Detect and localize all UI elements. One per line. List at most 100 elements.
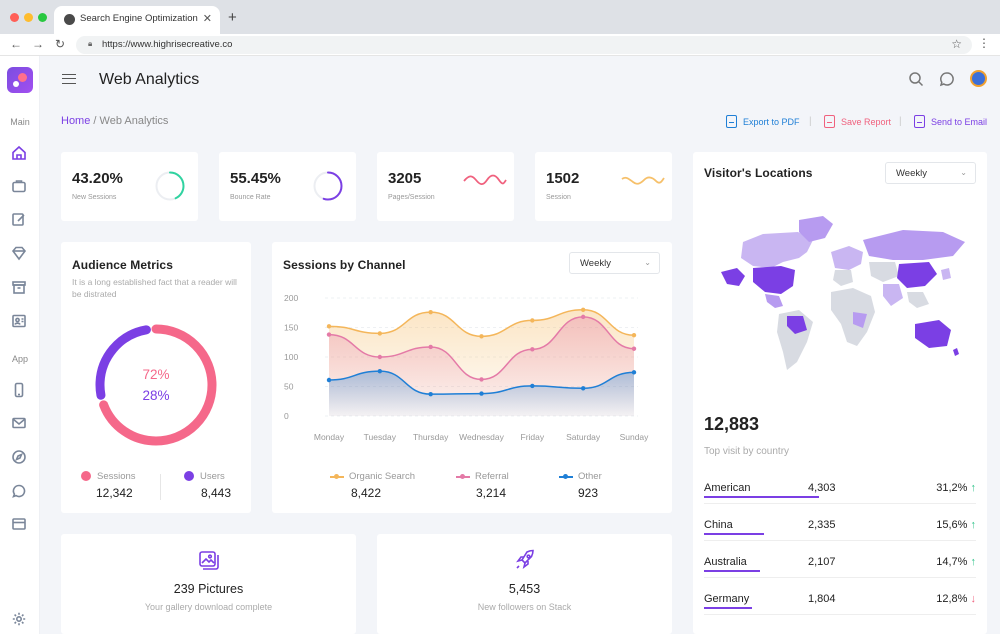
y-tick-label: 150 <box>284 323 298 333</box>
url-field[interactable]: 🔒︎ https://www.highrisecreative.co ☆ <box>76 36 972 54</box>
x-tick-label: Monday <box>314 432 345 442</box>
kpi-label: Session <box>546 194 571 201</box>
arrow-up-icon: ↑ <box>970 482 977 494</box>
export-pdf-button[interactable]: Export to PDF <box>726 115 800 128</box>
country-percent: 12,8% ↓ <box>936 593 976 605</box>
bookmark-star-icon[interactable]: ☆ <box>951 37 962 51</box>
y-tick-label: 0 <box>284 411 289 421</box>
kpi-label: Bounce Rate <box>230 194 271 201</box>
data-point <box>580 314 586 320</box>
settings-icon[interactable] <box>11 611 27 627</box>
maximize-window-button[interactable] <box>38 13 47 22</box>
archive-icon[interactable] <box>11 279 27 295</box>
card-description: It is a long established fact that a rea… <box>72 277 237 299</box>
reload-icon[interactable]: ↻ <box>55 37 65 51</box>
top-header: Web Analytics <box>40 56 1000 106</box>
send-email-button[interactable]: Send to Email <box>914 115 987 128</box>
country-name: Australia <box>704 556 747 568</box>
chat-icon[interactable] <box>11 483 27 499</box>
rocket-icon <box>513 548 537 572</box>
back-icon[interactable]: ← <box>10 37 22 51</box>
app-logo[interactable] <box>7 67 33 93</box>
sessions-line-chart: 0 50 100 150 200 Monday Tuesday Thursday Wednesd… <box>284 293 649 442</box>
browser-menu-icon[interactable]: ⋮ <box>978 36 990 50</box>
audience-donut <box>95 324 217 446</box>
country-row[interactable]: American 4,303 31,2% ↑ <box>704 482 976 512</box>
x-tick-label: Saturday <box>566 432 601 442</box>
kpi-label: New Sessions <box>72 194 117 201</box>
phone-icon[interactable] <box>11 382 27 398</box>
message-icon[interactable] <box>939 71 955 87</box>
chevron-down-icon: ⌄ <box>960 168 967 177</box>
edit-icon[interactable] <box>11 211 27 227</box>
data-point <box>530 347 535 352</box>
data-point <box>377 354 383 360</box>
country-row[interactable]: China 2,335 15,6% ↑ <box>704 519 976 549</box>
search-icon[interactable] <box>908 71 924 87</box>
new-tab-button[interactable]: + <box>228 9 237 26</box>
data-point <box>479 334 484 339</box>
contacts-icon[interactable] <box>11 313 27 329</box>
mail-icon[interactable] <box>11 415 27 431</box>
y-tick-label: 100 <box>284 352 298 362</box>
y-tick-label: 200 <box>284 293 298 303</box>
locations-period-select[interactable]: Weekly ⌄ <box>885 162 976 184</box>
lock-icon: 🔒︎ <box>88 39 93 48</box>
kpi-value: 55.45% <box>230 170 281 187</box>
kpi-card-bounce-rate: 55.45% Bounce Rate <box>219 152 356 221</box>
close-window-button[interactable] <box>10 13 19 22</box>
data-point <box>428 309 433 315</box>
legend-marker <box>456 473 470 479</box>
card-icon[interactable] <box>11 516 27 532</box>
main-content: Web Analytics Home / Web Analytics Expor… <box>40 56 1000 634</box>
address-bar-row: ← → ↻ 🔒︎ https://www.highrisecreative.co… <box>0 34 1000 56</box>
x-tick-label: Wednesday <box>459 432 504 442</box>
home-icon[interactable] <box>11 145 27 161</box>
save-report-button[interactable]: Save Report <box>824 115 891 128</box>
kpi-sparkline <box>463 174 507 186</box>
breadcrumb-separator: / <box>90 115 100 127</box>
action-divider: | <box>809 116 812 127</box>
kpi-sparkline <box>621 176 665 185</box>
user-avatar[interactable] <box>970 70 987 87</box>
country-name: Germany <box>704 593 750 605</box>
gallery-title: 239 Pictures <box>173 582 244 596</box>
data-point <box>428 391 433 397</box>
forward-icon[interactable]: → <box>32 37 44 51</box>
compass-icon[interactable] <box>11 449 27 465</box>
users-value: 8,443 <box>201 486 232 500</box>
row-divider <box>704 503 976 504</box>
legend-sessions: Sessions <box>81 471 136 482</box>
country-percent: 15,6% ↑ <box>936 519 976 531</box>
kpi-value: 3205 <box>388 170 422 187</box>
minimize-window-button[interactable] <box>24 13 33 22</box>
browser-tab-strip: Search Engine Optimization ✕ + <box>0 0 1000 34</box>
country-row[interactable]: Germany 1,804 12,8% ↓ <box>704 593 976 623</box>
country-share-bar <box>704 570 760 572</box>
country-count: 2,107 <box>808 556 836 568</box>
arrow-up-icon: ↑ <box>970 519 977 531</box>
kpi-label: Pages/Session <box>388 194 435 201</box>
briefcase-icon[interactable] <box>11 178 27 194</box>
close-tab-icon[interactable]: ✕ <box>203 12 212 25</box>
channel-period-select[interactable]: Weekly ⌄ <box>569 252 660 274</box>
country-name: American <box>704 482 751 494</box>
save-report-label: Save Report <box>841 116 892 127</box>
data-point <box>377 368 383 374</box>
data-point <box>530 318 535 323</box>
tab-title: Search Engine Optimization <box>80 13 198 24</box>
data-point <box>479 391 484 396</box>
country-row[interactable]: Australia 2,107 14,7% ↑ <box>704 556 976 586</box>
world-map <box>721 216 965 370</box>
browser-tab[interactable]: Search Engine Optimization ✕ <box>54 6 220 34</box>
menu-toggle-icon[interactable] <box>62 74 76 84</box>
legend-dot <box>81 471 91 482</box>
breadcrumb-home[interactable]: Home <box>61 115 90 127</box>
donut-sessions-pct: 72% <box>142 367 170 382</box>
report-icon <box>824 115 835 128</box>
diamond-icon[interactable] <box>11 245 27 261</box>
followers-title: 5,453 <box>508 582 541 596</box>
donut-users-pct: 28% <box>142 388 170 403</box>
audience-metrics-card: Audience Metrics It is a long establishe… <box>61 242 251 513</box>
data-point <box>631 332 637 338</box>
